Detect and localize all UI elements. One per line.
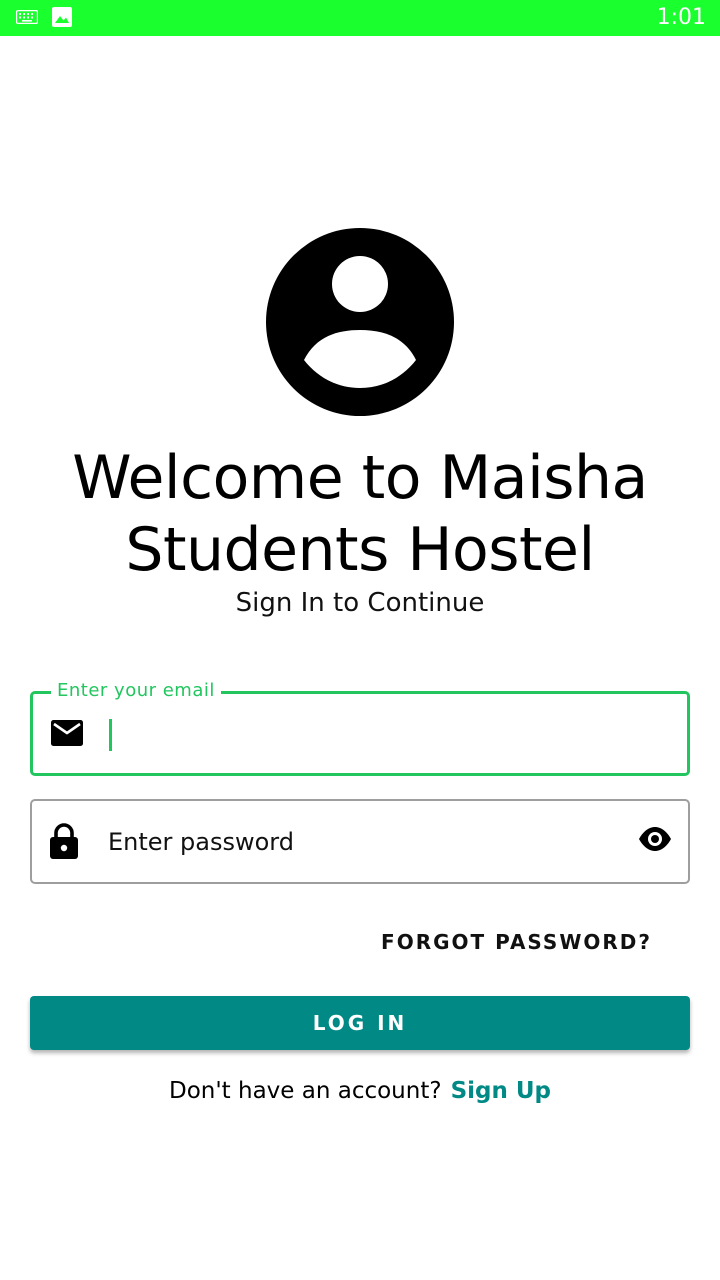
status-time: 1:01 xyxy=(656,5,706,30)
page-subtitle: Sign In to Continue xyxy=(235,588,485,618)
password-input[interactable] xyxy=(108,823,608,861)
text-cursor xyxy=(109,719,112,751)
login-button[interactable]: LOG IN xyxy=(30,996,690,1050)
signup-prompt: Don't have an account? Sign Up xyxy=(0,1078,720,1104)
forgot-password-link[interactable]: FORGOT PASSWORD? xyxy=(381,930,652,954)
account-circle-icon xyxy=(266,228,454,416)
email-field-label: Enter your email xyxy=(51,680,221,701)
email-field[interactable]: Enter your email xyxy=(30,680,690,776)
status-icons xyxy=(15,7,72,32)
signup-link[interactable]: Sign Up xyxy=(451,1078,551,1104)
page-title: Welcome to Maisha Students Hostel xyxy=(72,443,648,585)
lock-icon xyxy=(50,823,78,864)
mail-icon xyxy=(51,720,83,751)
image-icon xyxy=(52,7,72,32)
signup-prompt-text: Don't have an account? xyxy=(168,1078,442,1104)
keyboard-icon xyxy=(15,9,39,29)
status-bar: 1:01 xyxy=(0,0,720,36)
eye-icon[interactable] xyxy=(638,827,672,856)
password-field[interactable] xyxy=(30,799,690,884)
